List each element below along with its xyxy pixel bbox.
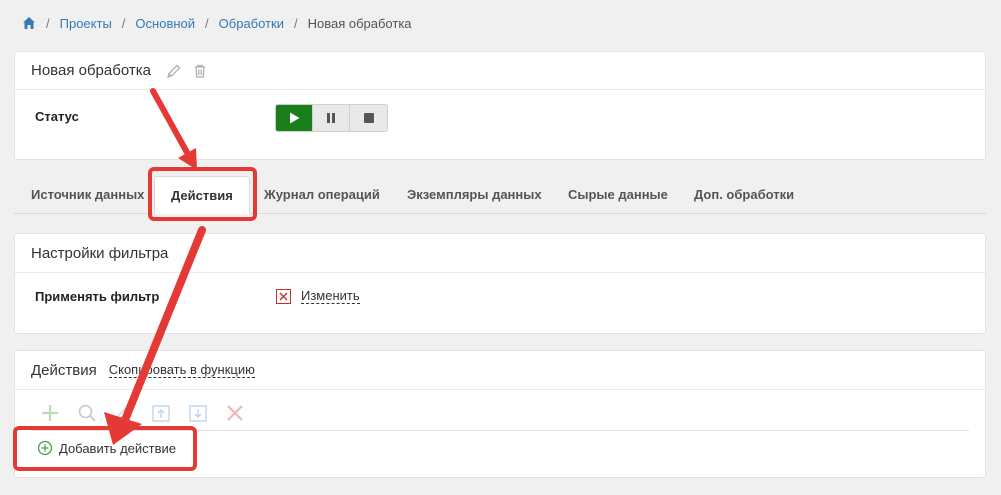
tab-highlight-box (148, 167, 257, 221)
tab-data-instances[interactable]: Экземпляры данных (407, 176, 542, 214)
breadcrumb-separator: / (46, 15, 50, 31)
tab-data-source[interactable]: Источник данных (31, 176, 144, 214)
pause-button[interactable] (313, 105, 350, 131)
actions-toolbar (31, 401, 253, 425)
close-icon[interactable] (216, 401, 253, 425)
breadcrumb-current: Новая обработка (307, 15, 412, 31)
filter-panel: Настройки фильтра Применять фильтр Измен… (14, 233, 986, 334)
stop-icon (363, 113, 374, 123)
pause-icon (327, 113, 335, 123)
breadcrumb-link-main[interactable]: Основной (135, 16, 195, 31)
actions-panel-header: Действия Скопировать в функцию (15, 351, 985, 390)
stop-button[interactable] (350, 105, 387, 131)
play-icon (290, 112, 300, 124)
breadcrumb-link-processings[interactable]: Обработки (219, 16, 284, 31)
download-icon[interactable] (179, 401, 216, 425)
filter-panel-header: Настройки фильтра (15, 234, 985, 273)
status-label: Статус (35, 109, 79, 124)
search-icon[interactable] (68, 401, 105, 425)
change-filter-link[interactable]: Изменить (301, 289, 360, 304)
actions-panel-title: Действия (31, 361, 97, 379)
page-title: Новая обработка (31, 62, 151, 79)
copy-to-function-link[interactable]: Скопировать в функцию (108, 362, 255, 378)
plus-icon[interactable] (31, 401, 68, 425)
breadcrumb-link-projects[interactable]: Проекты (60, 16, 112, 31)
filter-panel-title: Настройки фильтра (31, 244, 169, 262)
processing-panel-header: Новая обработка (15, 52, 985, 90)
home-icon[interactable] (22, 16, 36, 30)
breadcrumb-separator: / (293, 15, 298, 31)
status-row: Статус (15, 90, 985, 160)
trash-icon[interactable] (191, 62, 209, 80)
status-controls (275, 104, 388, 132)
x-icon (279, 292, 288, 301)
breadcrumb-separator: / (121, 15, 126, 31)
breadcrumb: / Проекты / Основной / Обработки / Новая… (22, 14, 412, 32)
add-action-highlight-box (13, 426, 197, 471)
apply-filter-checkbox[interactable] (276, 289, 291, 304)
pencil-icon[interactable] (165, 62, 183, 80)
play-button[interactable] (276, 105, 313, 131)
edit-icon[interactable] (105, 401, 142, 425)
breadcrumb-separator: / (205, 15, 209, 31)
processing-panel: Новая обработка Статус (14, 51, 986, 160)
tab-extra-processings[interactable]: Доп. обработки (694, 176, 794, 214)
tab-operations-log[interactable]: Журнал операций (264, 176, 380, 214)
tab-raw-data[interactable]: Сырые данные (568, 176, 668, 214)
upload-icon[interactable] (142, 401, 179, 425)
apply-filter-label: Применять фильтр (35, 289, 160, 304)
